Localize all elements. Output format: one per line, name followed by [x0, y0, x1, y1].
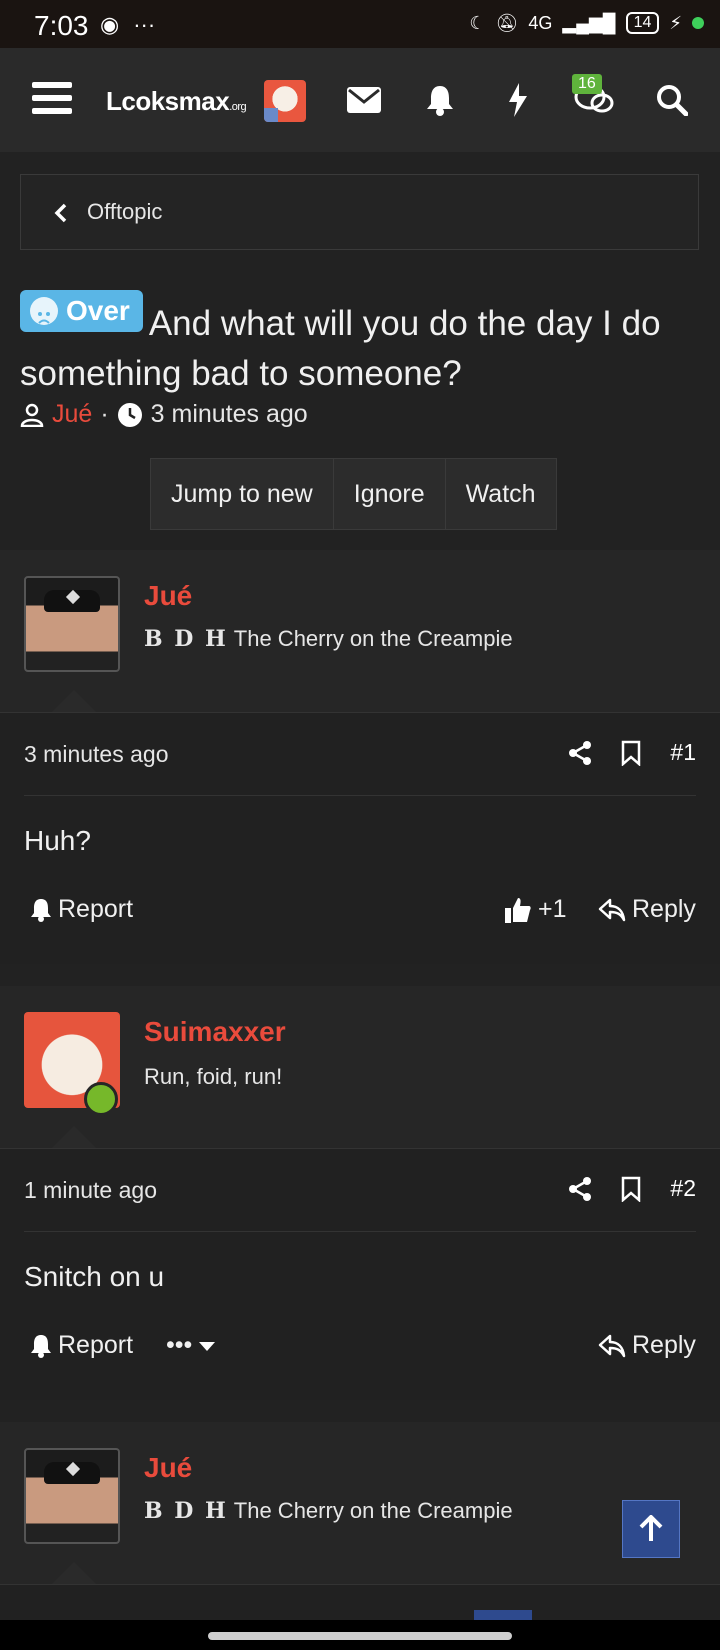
post-user-block: Jué B D H The Cherry on the Creampie — [0, 550, 720, 712]
share-icon[interactable] — [568, 1176, 592, 1202]
post-user-block: Suimaxxer Run, foid, run! — [0, 986, 720, 1148]
post — [0, 1584, 720, 1620]
breadcrumb[interactable]: Offtopic — [20, 174, 699, 250]
system-nav-bar — [0, 1620, 720, 1650]
battery-icon: 14 — [625, 12, 660, 34]
reply-button[interactable]: Reply — [598, 1331, 696, 1360]
home-gesture-bar[interactable] — [208, 1632, 512, 1640]
share-icon[interactable] — [568, 740, 592, 766]
post-tools: #2 — [568, 1175, 696, 1202]
clock-icon — [117, 402, 142, 427]
arrow-up-icon — [639, 1515, 663, 1541]
prefix-label: Over — [66, 295, 130, 326]
more-notifications-icon: ··· — [133, 12, 156, 37]
user-arrow — [52, 1562, 96, 1584]
more-options-button[interactable]: ••• — [166, 1331, 216, 1360]
moon-icon: ☾ — [469, 12, 486, 33]
post-user-block: Jué B D H The Cherry on the Creampie — [0, 1422, 720, 1584]
user-arrow — [52, 1126, 96, 1148]
watch-button[interactable]: Watch — [445, 459, 556, 529]
divider — [24, 795, 696, 796]
report-button[interactable]: Report — [30, 1331, 133, 1360]
caret-down-icon — [199, 1341, 216, 1351]
menu-icon[interactable] — [32, 82, 72, 118]
user-avatar[interactable] — [264, 80, 306, 122]
bookmark-icon[interactable] — [620, 740, 642, 766]
post: 3 minutes ago #1 Huh? Report +1 Reply — [0, 712, 720, 964]
reply-icon — [598, 1334, 626, 1357]
post-username[interactable]: Jué — [144, 1452, 192, 1484]
sad-face-icon — [30, 297, 58, 325]
thread-title: Over And what will you do the day I do s… — [20, 290, 710, 399]
user-badges: B D H — [144, 626, 228, 652]
post-number[interactable]: #1 — [670, 739, 696, 766]
status-right-icons: ☾ 🔕︎ 4G ▂▄▆█ 14 ⚡ — [469, 12, 704, 34]
thread-author[interactable]: Jué — [52, 400, 92, 429]
divider — [24, 1231, 696, 1232]
report-button[interactable]: Report — [30, 895, 133, 924]
bell-icon — [31, 898, 51, 922]
post-username[interactable]: Jué — [144, 580, 192, 612]
thread-meta: Jué · 3 minutes ago — [20, 400, 308, 429]
meta-separator: · — [100, 400, 109, 428]
scroll-to-top-button[interactable] — [622, 1500, 680, 1558]
network-label: 4G — [528, 12, 553, 33]
user-arrow — [52, 690, 96, 712]
ignore-button[interactable]: Ignore — [333, 459, 446, 529]
avatar[interactable] — [24, 1448, 120, 1544]
vibrate-off-icon: 🔕︎ — [495, 12, 519, 33]
charging-icon: ⚡ — [669, 12, 682, 33]
search-icon[interactable] — [650, 78, 694, 122]
user-badges: B D H — [144, 1498, 228, 1524]
site-logo[interactable]: Lcoksmax.org — [106, 86, 247, 117]
post-number[interactable]: #2 — [670, 1175, 696, 1202]
reply-icon — [598, 898, 626, 921]
privacy-indicator-icon — [692, 17, 704, 29]
post-text: Huh? — [24, 825, 91, 856]
post-time[interactable]: 1 minute ago — [24, 1177, 157, 1204]
signal-icon: ▂▄▆█ — [562, 12, 616, 33]
like-button[interactable]: +1 — [504, 895, 567, 924]
chevron-left-icon — [54, 203, 67, 223]
reply-button[interactable]: Reply — [598, 895, 696, 924]
status-left-icons: ◉ ··· — [100, 12, 155, 38]
bookmark-icon[interactable] — [620, 1176, 642, 1202]
chrome-icon: ◉ — [100, 12, 120, 37]
thread-time: 3 minutes ago — [150, 400, 308, 428]
post-time[interactable]: 3 minutes ago — [24, 741, 168, 768]
thumbs-up-icon — [505, 897, 531, 923]
reaction-count: +1 — [538, 895, 567, 923]
thread-actions: Jump to new Ignore Watch — [150, 458, 557, 530]
post: 1 minute ago #2 Snitch on u Report ••• R… — [0, 1148, 720, 1400]
post-tools: #1 — [568, 739, 696, 766]
bell-icon — [31, 1334, 51, 1358]
clock: 7:03 — [34, 10, 89, 41]
thread-prefix[interactable]: Over — [20, 290, 143, 332]
post-text: Snitch on u — [24, 1261, 165, 1292]
conversations-badge: 16 — [572, 74, 602, 94]
bolt-icon[interactable] — [496, 78, 540, 122]
avatar[interactable] — [24, 576, 120, 672]
mail-icon[interactable] — [342, 78, 386, 122]
user-title: B D H The Cherry on the Creampie — [144, 1498, 513, 1524]
post-username[interactable]: Suimaxxer — [144, 1016, 286, 1048]
online-status-icon — [84, 1082, 118, 1116]
user-title: Run, foid, run! — [144, 1064, 283, 1089]
bell-icon[interactable] — [418, 78, 462, 122]
site-header: Lcoksmax.org 16 — [0, 48, 720, 152]
status-bar: 7:03 ◉ ··· ☾ 🔕︎ 4G ▂▄▆█ 14 ⚡ — [0, 0, 720, 48]
jump-to-new-button[interactable]: Jump to new — [151, 459, 334, 529]
user-icon — [20, 403, 44, 427]
breadcrumb-label: Offtopic — [87, 199, 163, 224]
user-title: B D H The Cherry on the Creampie — [144, 626, 513, 652]
